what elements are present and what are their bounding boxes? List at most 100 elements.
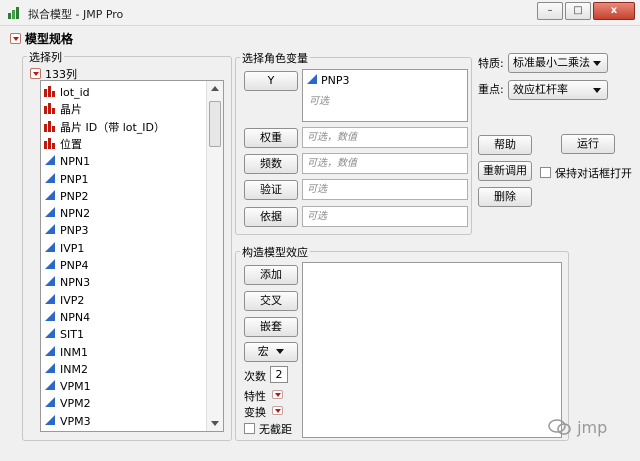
continuous-column-icon — [45, 328, 55, 339]
column-name: INM1 — [60, 345, 88, 359]
add-effect-button[interactable]: 添加 — [244, 265, 298, 285]
column-list-item[interactable]: NPN3 — [44, 274, 90, 291]
y-role-button[interactable]: Y — [244, 71, 298, 91]
y-role-value: PNP3 — [321, 74, 350, 87]
freq-role-field[interactable]: 可选，数值 — [302, 153, 468, 174]
scroll-thumb[interactable] — [209, 101, 221, 147]
macros-button[interactable]: 宏 — [244, 342, 298, 362]
nominal-column-icon — [44, 86, 55, 97]
remove-button[interactable]: 删除 — [478, 187, 532, 207]
column-list-item[interactable]: 晶片 ID（带 lot_ID） — [44, 119, 165, 136]
column-name: PNP2 — [60, 189, 89, 203]
minimize-button[interactable]: – — [537, 2, 563, 20]
column-list-item[interactable]: INM1 — [44, 344, 88, 361]
keep-dialog-open-checkbox[interactable] — [540, 167, 551, 178]
dropdown-arrow-icon — [593, 88, 601, 93]
column-list-item[interactable]: VPM2 — [44, 395, 91, 412]
personality-select[interactable]: 标准最小二乘法 — [508, 53, 608, 73]
column-list-item[interactable]: PNP3 — [44, 222, 89, 239]
y-role-list[interactable]: PNP3 可选 — [302, 69, 468, 122]
emphasis-select[interactable]: 效应杠杆率 — [508, 80, 608, 100]
macros-label: 宏 — [257, 345, 269, 358]
column-list-item[interactable]: 位置 — [44, 136, 82, 153]
column-list-item[interactable]: NPN1 — [44, 153, 90, 170]
continuous-column-icon — [45, 155, 55, 166]
continuous-column-icon — [45, 276, 55, 287]
columns-group-label: 选择列 — [27, 49, 64, 65]
continuous-column-icon — [45, 224, 55, 235]
weight-role-button[interactable]: 权重 — [244, 128, 298, 148]
dropdown-arrow-icon — [593, 61, 601, 66]
column-list-item[interactable]: PNP4 — [44, 257, 89, 274]
emphasis-label: 重点: — [478, 83, 504, 96]
degree-input[interactable]: 2 — [270, 366, 288, 383]
transform-menu-icon[interactable] — [272, 406, 283, 415]
cross-button[interactable]: 交叉 — [244, 291, 298, 311]
emphasis-value: 效应杠杆率 — [513, 83, 568, 96]
continuous-column-icon — [45, 414, 55, 425]
column-list-item[interactable]: VPM3 — [44, 413, 91, 430]
weight-role-field[interactable]: 可选，数值 — [302, 127, 468, 148]
column-name: PNP4 — [60, 259, 89, 272]
column-name: VPM2 — [60, 397, 91, 411]
column-list-item[interactable]: lot_id — [44, 84, 90, 101]
column-list-item[interactable]: PNP1 — [44, 171, 89, 188]
close-button[interactable]: x — [593, 2, 635, 20]
continuous-column-icon — [45, 345, 55, 356]
run-button[interactable]: 运行 — [561, 134, 615, 154]
column-name: IVP2 — [60, 293, 85, 307]
scroll-down-arrow-icon[interactable] — [211, 421, 219, 426]
column-name: 晶片 ID（带 lot_ID） — [60, 120, 166, 134]
column-list-item[interactable]: 晶片 — [44, 101, 82, 118]
model-effects-list[interactable] — [302, 262, 562, 438]
nest-button[interactable]: 嵌套 — [244, 317, 298, 337]
by-role-button[interactable]: 依据 — [244, 207, 298, 227]
jmp-app-icon — [8, 7, 19, 19]
window-title: 拟合模型 - JMP Pro — [28, 8, 124, 21]
continuous-column-icon — [45, 241, 55, 252]
column-list-item[interactable]: NPN4 — [44, 309, 90, 326]
column-count-menu-icon[interactable] — [30, 68, 41, 79]
scroll-up-arrow-icon[interactable] — [211, 86, 219, 91]
validation-role-field[interactable]: 可选 — [302, 179, 468, 200]
column-list-item[interactable]: INM2 — [44, 361, 88, 378]
title-bar: 拟合模型 - JMP Pro – □ x — [0, 0, 640, 26]
continuous-column-icon — [45, 207, 55, 218]
column-list-item[interactable]: SIT1 — [44, 326, 84, 343]
column-name: NPN3 — [60, 276, 91, 290]
column-list-item[interactable]: IVP2 — [44, 292, 84, 309]
maximize-button[interactable]: □ — [565, 2, 591, 20]
outline-disclosure-icon[interactable] — [10, 33, 21, 44]
column-name: NPN4 — [60, 310, 91, 324]
column-name: VPM3 — [60, 414, 91, 428]
continuous-column-icon — [45, 172, 55, 183]
wechat-icon — [548, 419, 571, 435]
column-list-item[interactable]: NPN2 — [44, 205, 90, 222]
no-intercept-checkbox[interactable] — [244, 423, 255, 434]
continuous-column-icon — [307, 74, 317, 84]
freq-role-button[interactable]: 频数 — [244, 154, 298, 174]
column-list-item[interactable]: VPM1 — [44, 378, 91, 395]
column-list-scrollbar[interactable] — [206, 81, 223, 431]
by-role-field[interactable]: 可选 — [302, 206, 468, 227]
column-name: PNP3 — [60, 224, 89, 238]
continuous-column-icon — [45, 380, 55, 391]
y-role-placeholder: 可选 — [309, 96, 329, 107]
watermark-text: jmp — [577, 418, 608, 437]
y-role-item[interactable]: PNP3 — [306, 73, 350, 87]
continuous-column-icon — [45, 397, 55, 408]
column-name: NPN2 — [60, 207, 91, 221]
continuous-column-icon — [45, 310, 55, 321]
column-name: VPM1 — [60, 380, 91, 394]
keep-dialog-open-label: 保持对话框打开 — [555, 167, 632, 180]
help-button[interactable]: 帮助 — [478, 135, 532, 155]
recall-button[interactable]: 重新调用 — [478, 161, 532, 181]
column-list-item[interactable]: PNP2 — [44, 188, 89, 205]
validation-role-button[interactable]: 验证 — [244, 180, 298, 200]
column-name: NPN1 — [60, 155, 91, 169]
jmp-watermark: jmp — [548, 418, 607, 437]
transform-label: 变换 — [244, 406, 266, 419]
column-list[interactable]: lot_id 晶片晶片 ID（带 lot_ID） 位置 NPN1 PNP1 PNP2 NPN… — [40, 80, 224, 432]
column-list-item[interactable]: IVP1 — [44, 240, 84, 257]
attributes-menu-icon[interactable] — [272, 390, 283, 399]
